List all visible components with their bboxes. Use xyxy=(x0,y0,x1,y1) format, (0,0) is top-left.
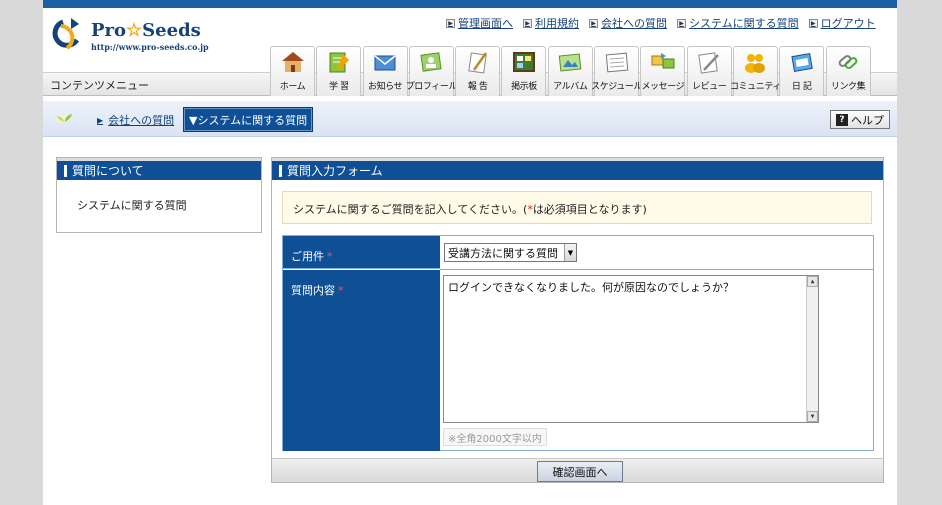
terms-link[interactable]: ▶ 利用規約 xyxy=(523,15,579,31)
content-nav: ホーム 学 習 お知らせ プロフィール 報 告 掲示板 アルバム スケジュール xyxy=(270,46,872,96)
links-icon xyxy=(838,55,858,69)
arrow-right-icon: ▶ xyxy=(446,18,455,28)
form-title: 質問入力フォーム xyxy=(287,164,383,178)
confirm-button[interactable]: 確認画面へ xyxy=(537,461,623,482)
profile-icon xyxy=(420,52,442,72)
form-table: ご用件 * 質問内容 * 受講方法に関する質問 ▼ ログインできなくなりました。何が原… xyxy=(282,235,874,451)
youken-label: ご用件 * xyxy=(283,236,440,269)
diary-icon xyxy=(791,52,813,73)
scroll-down-icon[interactable]: ▼ xyxy=(807,411,818,422)
home-icon xyxy=(281,52,304,72)
triangle-right-icon: ▶ xyxy=(97,115,104,125)
logo-url: http://www.pro-seeds.co.jp xyxy=(91,42,209,52)
nav-schedule[interactable]: スケジュール xyxy=(591,46,642,96)
logo[interactable]: Pro☆Seeds http://www.pro-seeds.co.jp xyxy=(51,16,231,56)
message-icon xyxy=(651,53,675,69)
nav-album[interactable]: アルバム xyxy=(547,46,593,96)
logo-mark-icon xyxy=(52,18,80,50)
header-bar-mark xyxy=(279,164,282,177)
breadcrumb: ▶ 会社への質問 ▼システムに関する質問 ? ヘルプ xyxy=(43,101,897,137)
left-panel: 質問について システムに関する質問 xyxy=(56,157,262,233)
left-panel-item-system-question[interactable]: システムに関する質問 xyxy=(57,180,261,213)
nav-links[interactable]: リンク集 xyxy=(825,46,871,96)
nav-home[interactable]: ホーム xyxy=(270,46,315,96)
company-question-link[interactable]: ▶ 会社への質問 xyxy=(589,15,667,31)
community-icon xyxy=(745,54,766,73)
breadcrumb-current[interactable]: ▼システムに関する質問 xyxy=(183,107,314,132)
board-icon xyxy=(512,52,535,72)
logout-link[interactable]: ▶ ログアウト xyxy=(808,15,876,31)
logo-text: Pro☆Seeds xyxy=(91,20,201,41)
report-icon xyxy=(467,52,487,74)
page: Pro☆Seeds http://www.pro-seeds.co.jp ▶ 管理… xyxy=(43,0,897,505)
mail-icon xyxy=(374,55,396,71)
nav-diary[interactable]: 日 記 xyxy=(779,46,825,96)
nav-board[interactable]: 掲示板 xyxy=(501,46,547,96)
nav-profile[interactable]: プロフィール xyxy=(406,46,458,96)
study-icon xyxy=(329,52,349,73)
admin-link[interactable]: ▶ 管理画面へ xyxy=(446,15,513,31)
nav-community[interactable]: コミュニティ xyxy=(730,46,781,96)
naiyo-label: 質問内容 * xyxy=(283,270,440,451)
form-panel-header: 質問入力フォーム xyxy=(272,158,883,180)
left-panel-header: 質問について xyxy=(57,158,261,180)
form-notice: システムに関するご質問を記入してください。(*は必須項目となります) xyxy=(282,191,872,224)
form-panel: 質問入力フォーム システムに関するご質問を記入してください。(*は必須項目となり… xyxy=(271,157,884,483)
scroll-up-icon[interactable]: ▲ xyxy=(807,276,818,287)
left-panel-title: 質問について xyxy=(72,164,144,178)
char-limit-note: ※全角2000文字以内 xyxy=(443,428,547,446)
arrow-right-icon: ▶ xyxy=(677,18,686,28)
review-icon xyxy=(698,52,720,74)
question-textarea[interactable]: ログインできなくなりました。何が原因なのでしょうか？ ▲ ▼ xyxy=(443,275,819,423)
system-question-link[interactable]: ▶ システムに関する質問 xyxy=(677,15,799,31)
nav-notice[interactable]: お知らせ xyxy=(362,46,408,96)
youken-select[interactable]: 受講方法に関する質問 ▼ xyxy=(444,243,577,262)
top-accent-bar xyxy=(43,0,897,8)
arrow-right-icon: ▶ xyxy=(808,18,818,28)
breadcrumb-link-company-question[interactable]: ▶ 会社への質問 xyxy=(97,112,174,128)
question-icon: ? xyxy=(836,113,848,126)
arrow-right-icon: ▶ xyxy=(523,18,532,28)
header-bar-mark xyxy=(64,164,67,177)
menu-title: コンテンツメニュー xyxy=(50,79,149,92)
button-bar: 確認画面へ xyxy=(272,458,883,482)
nav-message[interactable]: メッセージ xyxy=(640,46,686,96)
help-button[interactable]: ? ヘルプ xyxy=(830,110,890,129)
album-icon xyxy=(559,53,582,72)
row-divider xyxy=(440,269,873,270)
nav-study[interactable]: 学 習 xyxy=(316,46,362,96)
textarea-scrollbar[interactable]: ▲ ▼ xyxy=(806,276,818,422)
nav-report[interactable]: 報 告 xyxy=(455,46,501,96)
sprout-icon xyxy=(56,114,72,123)
schedule-icon xyxy=(605,52,628,73)
chevron-down-icon: ▼ xyxy=(564,244,576,261)
arrow-right-icon: ▶ xyxy=(589,18,598,28)
nav-review[interactable]: レビュー xyxy=(686,46,732,96)
top-links: ▶ 管理画面へ ▶ 利用規約 ▶ 会社への質問 ▶ システムに関する質問 ▶ ログアウト xyxy=(446,15,876,31)
